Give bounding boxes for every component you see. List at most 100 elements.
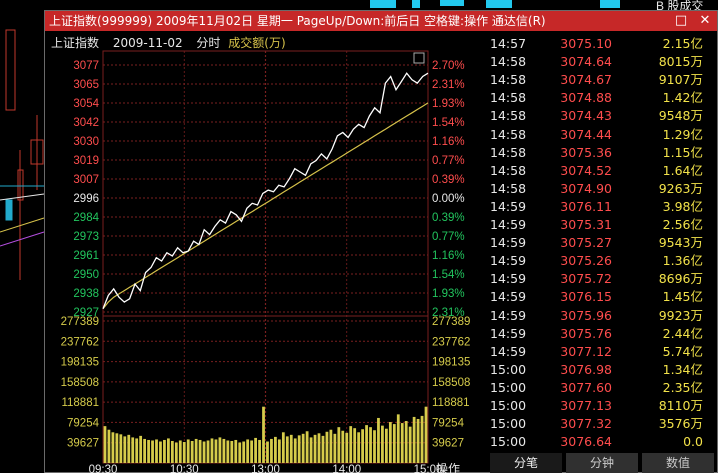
tick-price: 3076.98 bbox=[560, 361, 612, 377]
pct-tick-label: 0.77% bbox=[432, 155, 465, 167]
tab-ticks[interactable]: 分笔 bbox=[490, 453, 562, 473]
volume-bar bbox=[202, 441, 206, 463]
price-tick-label: 2938 bbox=[73, 288, 99, 300]
volume-bar bbox=[218, 437, 222, 463]
average-price-line bbox=[102, 102, 429, 310]
tick-time: 14:58 bbox=[490, 144, 527, 160]
indicator-name[interactable]: 成交额(万) bbox=[228, 36, 285, 50]
volume-bar bbox=[147, 439, 150, 463]
tick-amount: 9107万 bbox=[658, 72, 703, 88]
pct-tick-label: 2.70% bbox=[432, 60, 465, 72]
volume-bar bbox=[234, 439, 238, 463]
title-bar[interactable]: 上证指数(999999) 2009年11月02日 星期一 PageUp/Down… bbox=[45, 11, 717, 31]
volume-tick-label: 39627 bbox=[67, 438, 99, 450]
volume-tick-label-right: 237762 bbox=[432, 336, 470, 348]
tick-row: 14:59 3075.72 8696万 bbox=[490, 269, 718, 289]
volume-bar bbox=[325, 431, 329, 463]
tick-price: 3077.13 bbox=[560, 398, 612, 413]
tick-row: 15:00 3076.98 1.34亿 bbox=[490, 360, 718, 380]
tick-price: 3075.76 bbox=[560, 325, 612, 341]
tick-row: 14:59 3075.26 1.36亿 bbox=[490, 251, 718, 271]
volume-bar bbox=[384, 428, 388, 463]
tick-row: 14:59 3076.15 1.45亿 bbox=[490, 287, 718, 307]
close-icon[interactable]: ✕ bbox=[696, 12, 714, 30]
pct-tick-label: 0.39% bbox=[432, 174, 465, 186]
volume-bar bbox=[317, 433, 321, 463]
volume-bar bbox=[103, 426, 107, 463]
volume-bar bbox=[155, 439, 158, 463]
pct-tick-label: 1.93% bbox=[432, 98, 465, 110]
volume-bar bbox=[285, 436, 289, 463]
volume-bar bbox=[107, 429, 111, 463]
price-tick-label: 2996 bbox=[73, 193, 99, 205]
tick-row: 14:58 3074.90 9263万 bbox=[490, 179, 718, 199]
volume-bar bbox=[139, 435, 143, 463]
volume-bar bbox=[270, 438, 273, 463]
tick-amount: 1.64亿 bbox=[662, 162, 703, 178]
tick-amount: 1.36亿 bbox=[662, 253, 703, 269]
tick-price: 3077.12 bbox=[560, 343, 612, 359]
index-name: 上证指数 bbox=[51, 36, 100, 50]
volume-bar bbox=[321, 435, 325, 463]
intraday-chart-panel: 3077 2.70% 3065 2.31% 3054 1.93% 3042 1.54% 3030… bbox=[45, 31, 483, 473]
maximize-icon[interactable]: □ bbox=[672, 12, 690, 30]
tick-row: 14:57 3075.10 2.15亿 bbox=[490, 34, 718, 54]
price-tick-label: 3054 bbox=[73, 98, 99, 110]
tick-row: 15:00 3077.32 3576万 bbox=[490, 414, 718, 434]
volume-bar bbox=[143, 438, 147, 463]
pct-tick-label: 2.31% bbox=[432, 79, 465, 91]
price-tick-label: 3077 bbox=[73, 60, 99, 72]
volume-bar bbox=[254, 437, 257, 463]
tick-time: 14:59 bbox=[490, 271, 527, 287]
tick-row: 15:00 3077.60 2.35亿 bbox=[490, 378, 718, 398]
tick-time: 14:57 bbox=[490, 36, 527, 51]
tick-price: 3074.64 bbox=[560, 54, 612, 70]
volume-bar bbox=[357, 432, 361, 463]
tick-time: 14:59 bbox=[490, 217, 527, 232]
volume-bar bbox=[416, 418, 420, 463]
intraday-chart: 3077 2.70% 3065 2.31% 3054 1.93% 3042 1.54% 3030… bbox=[61, 50, 470, 473]
tick-row: 14:59 3075.76 2.44亿 bbox=[490, 324, 718, 344]
action-label[interactable]: 操作 bbox=[436, 461, 460, 473]
tick-price: 3076.64 bbox=[560, 434, 612, 450]
volume-bar bbox=[404, 421, 408, 463]
price-tick-label: 2984 bbox=[73, 212, 99, 224]
volume-bar bbox=[293, 438, 297, 463]
volume-bar bbox=[412, 416, 416, 463]
volume-bar bbox=[274, 436, 277, 463]
tab-data[interactable]: 数值 bbox=[642, 453, 714, 473]
volume-bar bbox=[341, 430, 345, 463]
tick-time: 14:58 bbox=[490, 180, 527, 196]
tick-list: 14:57 3075.10 2.15亿 14:58 3074.64 8015万 14:58 3… bbox=[490, 31, 718, 453]
time-tick-label: 14:00 bbox=[332, 464, 361, 473]
volume-bar bbox=[396, 414, 400, 463]
tick-price: 3074.43 bbox=[560, 108, 612, 124]
volume-bar bbox=[388, 422, 392, 463]
tick-amount: 8015万 bbox=[658, 54, 703, 70]
time-tick-label: 09:30 bbox=[89, 464, 118, 473]
time-tick-label: 10:30 bbox=[170, 464, 199, 473]
volume-bar bbox=[210, 438, 214, 463]
volume-tick-label-right: 39627 bbox=[432, 438, 464, 450]
chart-option-icon[interactable] bbox=[413, 52, 425, 64]
pct-tick-label: 0.00% bbox=[432, 193, 465, 205]
tick-row: 14:58 3074.67 9107万 bbox=[490, 70, 718, 90]
chart-date: 2009-11-02 bbox=[112, 36, 183, 50]
tick-time: 15:00 bbox=[490, 361, 527, 377]
tab-minute[interactable]: 分钟 bbox=[566, 453, 638, 473]
tick-amount: 2.56亿 bbox=[662, 217, 703, 232]
tick-price: 3077.32 bbox=[560, 416, 612, 432]
volume-bar bbox=[313, 434, 317, 463]
window-title: 上证指数(999999) 2009年11月02日 星期一 PageUp/Down… bbox=[49, 14, 546, 28]
tick-row: 14:58 3074.43 9548万 bbox=[490, 106, 718, 126]
volume-bar bbox=[170, 440, 174, 463]
volume-bar bbox=[230, 440, 234, 463]
volume-bar bbox=[250, 440, 254, 463]
tick-price: 3075.27 bbox=[560, 235, 612, 251]
volume-bar bbox=[131, 437, 135, 463]
volume-bar bbox=[262, 406, 265, 463]
volume-bar bbox=[238, 442, 242, 463]
pct-tick-label: 1.54% bbox=[432, 269, 465, 281]
pct-tick-label: 0.39% bbox=[432, 212, 465, 224]
volume-tick-label: 158508 bbox=[61, 377, 99, 389]
